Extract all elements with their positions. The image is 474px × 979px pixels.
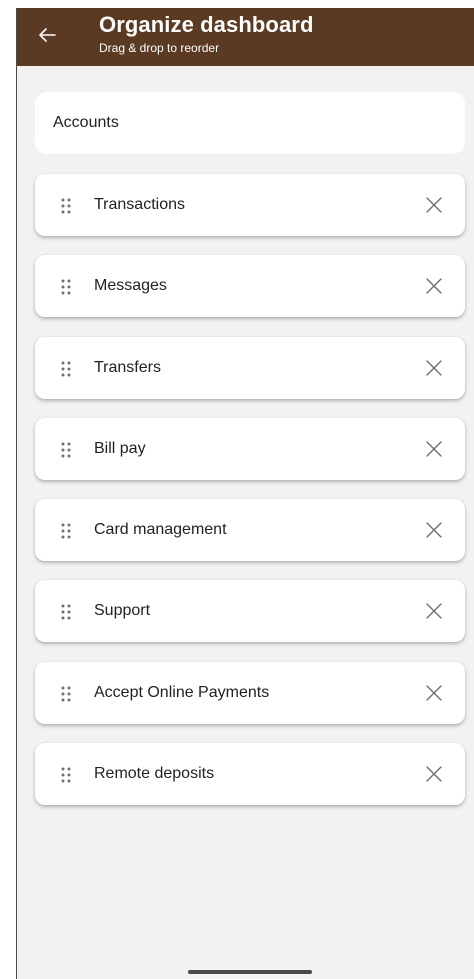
close-icon — [426, 766, 442, 782]
item-label: Bill pay — [94, 439, 146, 457]
close-icon — [426, 603, 442, 620]
remove-button[interactable] — [425, 684, 443, 702]
list-item[interactable]: Support — [35, 580, 465, 643]
list-item[interactable]: Card management — [35, 499, 465, 562]
page-title: Organize dashboard — [99, 12, 314, 37]
accounts-card: Accounts — [35, 92, 465, 154]
drag-handle-icon[interactable] — [60, 441, 72, 459]
drag-handle-icon[interactable] — [60, 360, 72, 378]
home-indicator[interactable] — [188, 970, 312, 974]
item-label: Transfers — [94, 358, 161, 376]
arrow-left-icon — [39, 28, 56, 42]
drag-handle-icon[interactable] — [60, 603, 72, 621]
close-icon — [426, 441, 442, 457]
screen: Organize dashboard Drag & drop to reorde… — [16, 8, 474, 979]
close-icon — [426, 278, 442, 294]
list-item[interactable]: Remote deposits — [35, 743, 465, 806]
remove-button[interactable] — [425, 521, 443, 539]
item-label: Card management — [94, 521, 227, 539]
remove-button[interactable] — [425, 359, 443, 377]
drag-handle-icon[interactable] — [60, 685, 72, 703]
drag-handle-icon[interactable] — [60, 197, 72, 215]
dashboard-items-list: Transactions Messages Transfers Bill pay… — [35, 174, 465, 824]
back-button[interactable] — [35, 23, 59, 47]
remove-button[interactable] — [425, 277, 443, 295]
app-bar: Organize dashboard Drag & drop to reorde… — [17, 8, 474, 66]
drag-handle-icon[interactable] — [60, 522, 72, 540]
item-label: Accept Online Payments — [94, 683, 270, 701]
item-label: Messages — [94, 277, 167, 295]
close-icon — [426, 359, 442, 376]
list-item[interactable]: Messages — [35, 255, 465, 318]
item-label: Transactions — [94, 196, 185, 213]
list-item[interactable]: Bill pay — [35, 417, 465, 480]
close-icon — [426, 197, 442, 213]
list-item[interactable]: Transfers — [35, 336, 465, 399]
remove-button[interactable] — [425, 440, 443, 458]
remove-button[interactable] — [425, 765, 443, 783]
item-label: Remote deposits — [94, 765, 215, 783]
close-icon — [426, 685, 442, 701]
remove-button[interactable] — [425, 602, 443, 620]
list-item[interactable]: Transactions — [35, 174, 465, 236]
drag-handle-icon[interactable] — [60, 766, 72, 784]
page-subtitle: Drag & drop to reorder — [99, 41, 220, 55]
close-icon — [426, 522, 442, 538]
list-item[interactable]: Accept Online Payments — [35, 661, 465, 724]
drag-handle-icon[interactable] — [60, 278, 72, 296]
accounts-label: Accounts — [53, 114, 119, 131]
item-label: Support — [94, 602, 151, 620]
remove-button[interactable] — [425, 196, 443, 214]
